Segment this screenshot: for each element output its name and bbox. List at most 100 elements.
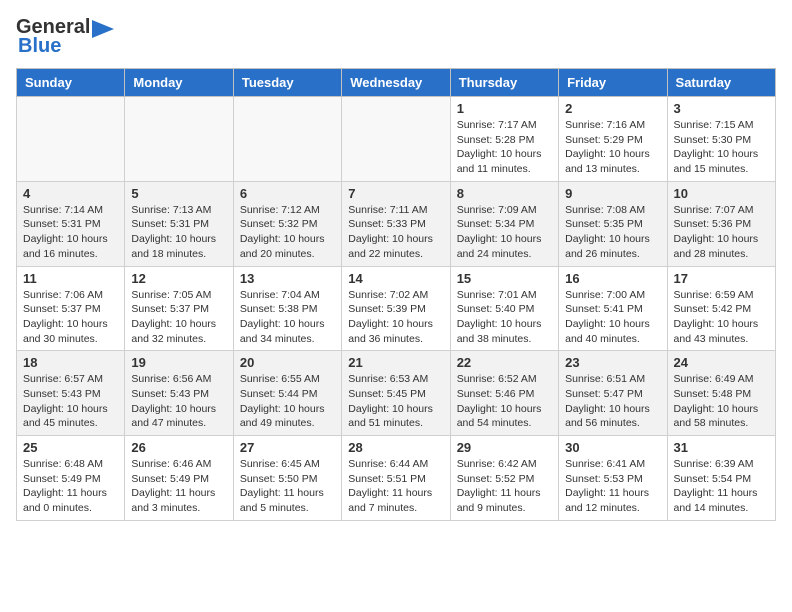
day-info: Sunrise: 7:11 AMSunset: 5:33 PMDaylight:… bbox=[348, 203, 443, 262]
calendar-table: SundayMondayTuesdayWednesdayThursdayFrid… bbox=[16, 68, 776, 521]
day-number: 12 bbox=[131, 271, 226, 286]
day-number: 28 bbox=[348, 440, 443, 455]
day-info: Sunrise: 7:06 AMSunset: 5:37 PMDaylight:… bbox=[23, 288, 118, 347]
calendar-cell: 22 Sunrise: 6:52 AMSunset: 5:46 PMDayligh… bbox=[450, 351, 558, 436]
day-number: 20 bbox=[240, 355, 335, 370]
day-number: 14 bbox=[348, 271, 443, 286]
day-info: Sunrise: 6:51 AMSunset: 5:47 PMDaylight:… bbox=[565, 372, 660, 431]
day-number: 2 bbox=[565, 101, 660, 116]
calendar-cell: 31 Sunrise: 6:39 AMSunset: 5:54 PMDayligh… bbox=[667, 436, 775, 521]
weekday-header-saturday: Saturday bbox=[667, 69, 775, 97]
calendar-cell: 11 Sunrise: 7:06 AMSunset: 5:37 PMDayligh… bbox=[17, 266, 125, 351]
week-row-2: 4 Sunrise: 7:14 AMSunset: 5:31 PMDaylight… bbox=[17, 181, 776, 266]
day-info: Sunrise: 7:14 AMSunset: 5:31 PMDaylight:… bbox=[23, 203, 118, 262]
day-number: 13 bbox=[240, 271, 335, 286]
calendar-cell: 20 Sunrise: 6:55 AMSunset: 5:44 PMDayligh… bbox=[233, 351, 341, 436]
calendar-cell: 26Sunrise: 6:46 AMSunset: 5:49 PMDayligh… bbox=[125, 436, 233, 521]
day-info: Sunrise: 7:04 AMSunset: 5:38 PMDaylight:… bbox=[240, 288, 335, 347]
day-info: Sunrise: 7:02 AMSunset: 5:39 PMDaylight:… bbox=[348, 288, 443, 347]
calendar-cell: 3Sunrise: 7:15 AMSunset: 5:30 PMDaylight… bbox=[667, 97, 775, 182]
day-number: 21 bbox=[348, 355, 443, 370]
calendar-cell: 24Sunrise: 6:49 AMSunset: 5:48 PMDayligh… bbox=[667, 351, 775, 436]
day-info: Sunrise: 6:53 AMSunset: 5:45 PMDaylight:… bbox=[348, 372, 443, 431]
day-info: Sunrise: 7:16 AMSunset: 5:29 PMDaylight:… bbox=[565, 118, 660, 177]
day-number: 10 bbox=[674, 186, 769, 201]
week-row-3: 11 Sunrise: 7:06 AMSunset: 5:37 PMDayligh… bbox=[17, 266, 776, 351]
day-number: 18 bbox=[23, 355, 118, 370]
weekday-header-tuesday: Tuesday bbox=[233, 69, 341, 97]
calendar-cell: 30Sunrise: 6:41 AMSunset: 5:53 PMDayligh… bbox=[559, 436, 667, 521]
day-number: 5 bbox=[131, 186, 226, 201]
calendar-cell: 9Sunrise: 7:08 AMSunset: 5:35 PMDaylight… bbox=[559, 181, 667, 266]
day-number: 9 bbox=[565, 186, 660, 201]
calendar-cell: 12 Sunrise: 7:05 AMSunset: 5:37 PMDayligh… bbox=[125, 266, 233, 351]
day-number: 17 bbox=[674, 271, 769, 286]
logo-blue: Blue bbox=[16, 35, 61, 58]
weekday-header-wednesday: Wednesday bbox=[342, 69, 450, 97]
calendar-cell: 1 Sunrise: 7:17 AMSunset: 5:28 PMDaylight… bbox=[450, 97, 558, 182]
day-info: Sunrise: 6:49 AMSunset: 5:48 PMDaylight:… bbox=[674, 372, 769, 431]
logo: General Blue bbox=[16, 16, 114, 58]
day-info: Sunrise: 6:45 AMSunset: 5:50 PMDaylight:… bbox=[240, 457, 335, 516]
calendar-cell: 27 Sunrise: 6:45 AMSunset: 5:50 PMDayligh… bbox=[233, 436, 341, 521]
day-info: Sunrise: 6:42 AMSunset: 5:52 PMDaylight:… bbox=[457, 457, 552, 516]
day-number: 8 bbox=[457, 186, 552, 201]
day-number: 31 bbox=[674, 440, 769, 455]
day-number: 22 bbox=[457, 355, 552, 370]
day-info: Sunrise: 6:44 AMSunset: 5:51 PMDaylight:… bbox=[348, 457, 443, 516]
calendar-cell: 25Sunrise: 6:48 AMSunset: 5:49 PMDayligh… bbox=[17, 436, 125, 521]
day-number: 6 bbox=[240, 186, 335, 201]
calendar-cell: 15 Sunrise: 7:01 AMSunset: 5:40 PMDayligh… bbox=[450, 266, 558, 351]
calendar-cell: 10Sunrise: 7:07 AMSunset: 5:36 PMDayligh… bbox=[667, 181, 775, 266]
day-number: 30 bbox=[565, 440, 660, 455]
week-row-4: 18Sunrise: 6:57 AMSunset: 5:43 PMDayligh… bbox=[17, 351, 776, 436]
calendar-cell: 21 Sunrise: 6:53 AMSunset: 5:45 PMDayligh… bbox=[342, 351, 450, 436]
day-number: 23 bbox=[565, 355, 660, 370]
day-info: Sunrise: 7:00 AMSunset: 5:41 PMDaylight:… bbox=[565, 288, 660, 347]
calendar-cell: 4 Sunrise: 7:14 AMSunset: 5:31 PMDaylight… bbox=[17, 181, 125, 266]
logo-arrow-icon bbox=[92, 20, 114, 38]
weekday-header-row: SundayMondayTuesdayWednesdayThursdayFrid… bbox=[17, 69, 776, 97]
day-info: Sunrise: 7:13 AMSunset: 5:31 PMDaylight:… bbox=[131, 203, 226, 262]
calendar-cell bbox=[17, 97, 125, 182]
day-info: Sunrise: 6:48 AMSunset: 5:49 PMDaylight:… bbox=[23, 457, 118, 516]
day-info: Sunrise: 7:09 AMSunset: 5:34 PMDaylight:… bbox=[457, 203, 552, 262]
day-number: 1 bbox=[457, 101, 552, 116]
weekday-header-thursday: Thursday bbox=[450, 69, 558, 97]
weekday-header-friday: Friday bbox=[559, 69, 667, 97]
day-info: Sunrise: 6:46 AMSunset: 5:49 PMDaylight:… bbox=[131, 457, 226, 516]
day-info: Sunrise: 6:52 AMSunset: 5:46 PMDaylight:… bbox=[457, 372, 552, 431]
calendar-cell: 2 Sunrise: 7:16 AMSunset: 5:29 PMDaylight… bbox=[559, 97, 667, 182]
day-number: 19 bbox=[131, 355, 226, 370]
day-info: Sunrise: 7:05 AMSunset: 5:37 PMDaylight:… bbox=[131, 288, 226, 347]
calendar-cell: 14 Sunrise: 7:02 AMSunset: 5:39 PMDayligh… bbox=[342, 266, 450, 351]
calendar-cell: 17 Sunrise: 6:59 AMSunset: 5:42 PMDayligh… bbox=[667, 266, 775, 351]
day-info: Sunrise: 7:17 AMSunset: 5:28 PMDaylight:… bbox=[457, 118, 552, 177]
calendar-cell bbox=[342, 97, 450, 182]
calendar-cell: 7 Sunrise: 7:11 AMSunset: 5:33 PMDaylight… bbox=[342, 181, 450, 266]
day-number: 27 bbox=[240, 440, 335, 455]
day-number: 29 bbox=[457, 440, 552, 455]
calendar-cell: 19 Sunrise: 6:56 AMSunset: 5:43 PMDayligh… bbox=[125, 351, 233, 436]
calendar-cell: 16 Sunrise: 7:00 AMSunset: 5:41 PMDayligh… bbox=[559, 266, 667, 351]
weekday-header-sunday: Sunday bbox=[17, 69, 125, 97]
calendar-cell: 13 Sunrise: 7:04 AMSunset: 5:38 PMDayligh… bbox=[233, 266, 341, 351]
day-number: 4 bbox=[23, 186, 118, 201]
calendar-cell: 18Sunrise: 6:57 AMSunset: 5:43 PMDayligh… bbox=[17, 351, 125, 436]
day-info: Sunrise: 6:56 AMSunset: 5:43 PMDaylight:… bbox=[131, 372, 226, 431]
day-info: Sunrise: 6:39 AMSunset: 5:54 PMDaylight:… bbox=[674, 457, 769, 516]
calendar-cell: 23 Sunrise: 6:51 AMSunset: 5:47 PMDayligh… bbox=[559, 351, 667, 436]
day-info: Sunrise: 6:59 AMSunset: 5:42 PMDaylight:… bbox=[674, 288, 769, 347]
calendar-cell bbox=[233, 97, 341, 182]
day-info: Sunrise: 7:01 AMSunset: 5:40 PMDaylight:… bbox=[457, 288, 552, 347]
week-row-1: 1 Sunrise: 7:17 AMSunset: 5:28 PMDaylight… bbox=[17, 97, 776, 182]
day-number: 11 bbox=[23, 271, 118, 286]
calendar-cell: 5 Sunrise: 7:13 AMSunset: 5:31 PMDaylight… bbox=[125, 181, 233, 266]
header: General Blue bbox=[16, 16, 776, 58]
day-info: Sunrise: 6:55 AMSunset: 5:44 PMDaylight:… bbox=[240, 372, 335, 431]
day-number: 15 bbox=[457, 271, 552, 286]
day-number: 16 bbox=[565, 271, 660, 286]
calendar-cell: 6 Sunrise: 7:12 AMSunset: 5:32 PMDaylight… bbox=[233, 181, 341, 266]
day-info: Sunrise: 7:12 AMSunset: 5:32 PMDaylight:… bbox=[240, 203, 335, 262]
day-number: 7 bbox=[348, 186, 443, 201]
